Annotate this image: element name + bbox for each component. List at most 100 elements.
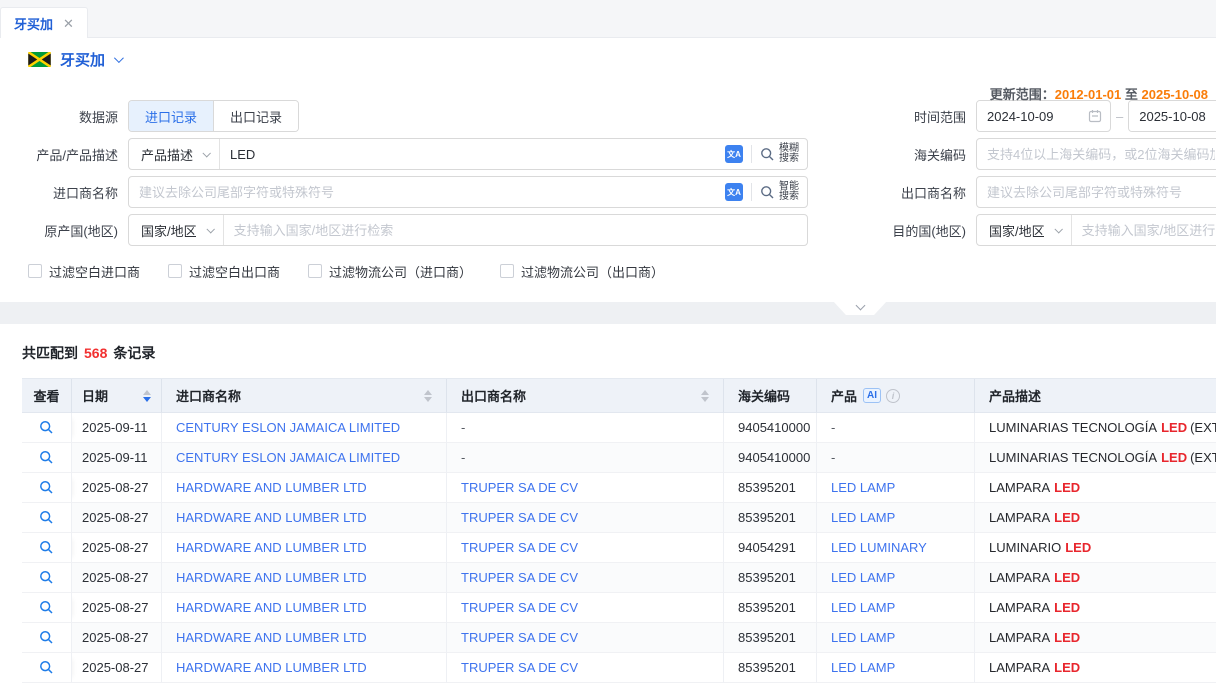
country-header: 牙买加 xyxy=(0,38,1216,80)
tab-jamaica[interactable]: 牙买加 ✕ xyxy=(0,7,88,38)
table-row: 2025-08-27 HARDWARE AND LUMBER LTD TRUPE… xyxy=(22,533,1216,563)
sort-icons[interactable] xyxy=(701,390,709,402)
exporter-link[interactable]: TRUPER SA DE CV xyxy=(461,540,578,555)
destination-input[interactable] xyxy=(1072,215,1216,245)
description-cell: LAMPARALED xyxy=(975,653,1216,683)
importer-link[interactable]: HARDWARE AND LUMBER LTD xyxy=(176,510,367,525)
product-link[interactable]: LED LAMP xyxy=(831,660,895,675)
destination-label: 目的国(地区) xyxy=(892,221,976,240)
importer-link[interactable]: HARDWARE AND LUMBER LTD xyxy=(176,570,367,585)
product-link[interactable]: LED LAMP xyxy=(831,570,895,585)
tab-export-records[interactable]: 出口记录 xyxy=(213,101,298,131)
exporter-link[interactable]: TRUPER SA DE CV xyxy=(461,570,578,585)
importer-link[interactable]: HARDWARE AND LUMBER LTD xyxy=(176,600,367,615)
importer-input[interactable] xyxy=(129,177,725,207)
description-cell: LAMPARALED xyxy=(975,503,1216,533)
product-link[interactable]: - xyxy=(831,420,835,435)
filter-checkboxes: 过滤空白进口商 过滤空白出口商 过滤物流公司（进口商） 过滤物流公司（出口商） xyxy=(0,260,1216,282)
origin-select[interactable]: 国家/地区 xyxy=(129,215,224,245)
exporter-link[interactable]: TRUPER SA DE CV xyxy=(461,510,578,525)
smart-search-button[interactable]: 智能搜索 xyxy=(752,177,807,207)
date-separator: – xyxy=(1111,109,1128,124)
search-record-icon xyxy=(39,480,54,495)
destination-select[interactable]: 国家/地区 xyxy=(977,215,1072,245)
checkbox-filter-logistics-exporter[interactable]: 过滤物流公司（出口商） xyxy=(500,262,664,281)
info-icon[interactable]: i xyxy=(886,389,900,403)
column-header-date[interactable]: 日期 xyxy=(72,379,162,413)
exporter-link[interactable]: TRUPER SA DE CV xyxy=(461,600,578,615)
product-link[interactable]: LED LAMP xyxy=(831,480,895,495)
hs-code-cell: 85395201 xyxy=(724,503,817,533)
view-record-button[interactable] xyxy=(22,563,72,593)
checkbox-label: 过滤空白进口商 xyxy=(49,262,140,281)
update-range-to: 2025-10-08 xyxy=(1142,87,1209,102)
view-record-button[interactable] xyxy=(22,533,72,563)
product-label: 产品/产品描述 xyxy=(0,145,128,164)
exporter-label: 出口商名称 xyxy=(901,183,976,202)
product-link[interactable]: - xyxy=(831,450,835,465)
date-cell: 2025-08-27 xyxy=(72,593,162,623)
column-header-importer[interactable]: 进口商名称 xyxy=(162,379,447,413)
description-cell: LUMINARIAS TECNOLOGÍALED(EXT... xyxy=(975,413,1216,443)
translate-icon[interactable]: 文A xyxy=(725,183,743,201)
importer-link[interactable]: HARDWARE AND LUMBER LTD xyxy=(176,480,367,495)
checkbox-filter-blank-importer[interactable]: 过滤空白进口商 xyxy=(28,262,140,281)
fuzzy-search-label: 模糊搜索 xyxy=(779,144,799,164)
sort-icons[interactable] xyxy=(424,390,432,402)
hs-code-cell: 9405410000 xyxy=(724,413,817,443)
search-record-icon xyxy=(39,540,54,555)
hs-code-input[interactable] xyxy=(977,139,1216,169)
exporter-link[interactable]: - xyxy=(461,450,465,465)
product-link[interactable]: LED LAMP xyxy=(831,600,895,615)
tab-close-icon[interactable]: ✕ xyxy=(63,17,74,30)
origin-select-value: 国家/地区 xyxy=(141,221,197,240)
chevron-down-icon xyxy=(1054,225,1062,233)
importer-link[interactable]: CENTURY ESLON JAMAICA LIMITED xyxy=(176,450,400,465)
product-link[interactable]: LED LUMINARY xyxy=(831,540,927,555)
translate-icon[interactable]: 文A xyxy=(725,145,743,163)
product-field-select[interactable]: 产品描述 xyxy=(129,139,220,169)
view-record-button[interactable] xyxy=(22,653,72,683)
search-record-icon xyxy=(39,510,54,525)
importer-link[interactable]: HARDWARE AND LUMBER LTD xyxy=(176,630,367,645)
origin-input[interactable] xyxy=(224,215,797,245)
importer-link[interactable]: HARDWARE AND LUMBER LTD xyxy=(176,660,367,675)
records-table: 查看 日期 进口商名称 出口商名称 海关编码 产品 xyxy=(22,378,1216,683)
exporter-link[interactable]: - xyxy=(461,420,465,435)
importer-link[interactable]: CENTURY ESLON JAMAICA LIMITED xyxy=(176,420,400,435)
view-record-button[interactable] xyxy=(22,623,72,653)
date-start-input[interactable] xyxy=(977,101,1088,131)
exporter-link[interactable]: TRUPER SA DE CV xyxy=(461,630,578,645)
hs-code-cell: 85395201 xyxy=(724,623,817,653)
search-record-icon xyxy=(39,600,54,615)
exporter-link[interactable]: TRUPER SA DE CV xyxy=(461,660,578,675)
tab-import-records[interactable]: 进口记录 xyxy=(129,101,213,131)
exporter-input[interactable] xyxy=(977,177,1216,207)
destination-select-value: 国家/地区 xyxy=(989,221,1045,240)
checkbox-filter-blank-exporter[interactable]: 过滤空白出口商 xyxy=(168,262,280,281)
table-row: 2025-08-27 HARDWARE AND LUMBER LTD TRUPE… xyxy=(22,473,1216,503)
product-link[interactable]: LED LAMP xyxy=(831,510,895,525)
view-record-button[interactable] xyxy=(22,503,72,533)
sort-icons[interactable] xyxy=(143,390,151,402)
view-record-button[interactable] xyxy=(22,413,72,443)
chevron-down-icon[interactable] xyxy=(114,53,124,63)
importer-link[interactable]: HARDWARE AND LUMBER LTD xyxy=(176,540,367,555)
data-source-segmented: 进口记录 出口记录 xyxy=(128,100,299,132)
product-select-value: 产品描述 xyxy=(141,145,193,164)
view-record-button[interactable] xyxy=(22,443,72,473)
checkbox-filter-logistics-importer[interactable]: 过滤物流公司（进口商） xyxy=(308,262,472,281)
product-link[interactable]: LED LAMP xyxy=(831,630,895,645)
description-cell: LAMPARALED xyxy=(975,623,1216,653)
fuzzy-search-button[interactable]: 模糊搜索 xyxy=(752,139,807,169)
column-header-label: 产品描述 xyxy=(989,386,1041,405)
column-header-exporter[interactable]: 出口商名称 xyxy=(447,379,724,413)
product-search-input[interactable] xyxy=(220,139,725,169)
result-count: 共匹配到 568 条记录 xyxy=(22,342,1216,364)
date-end-input[interactable] xyxy=(1129,101,1216,131)
exporter-link[interactable]: TRUPER SA DE CV xyxy=(461,480,578,495)
view-record-button[interactable] xyxy=(22,593,72,623)
hs-code-box xyxy=(976,138,1216,170)
calendar-icon[interactable] xyxy=(1088,109,1102,123)
view-record-button[interactable] xyxy=(22,473,72,503)
